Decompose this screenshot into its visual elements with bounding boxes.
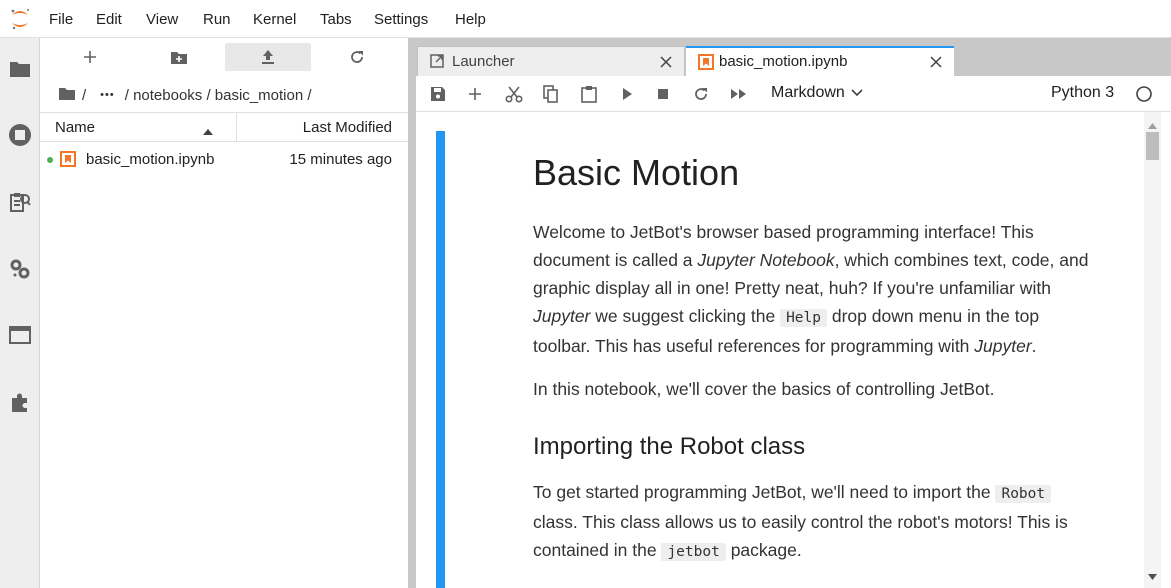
tab-launcher[interactable]: Launcher — [417, 46, 685, 76]
scroll-down-arrow-icon[interactable] — [1148, 567, 1157, 585]
inline-code-robot: Robot — [995, 485, 1052, 503]
tab-label: Launcher — [452, 53, 515, 70]
insert-cell-icon[interactable] — [464, 83, 486, 105]
cell-type-label: Markdown — [771, 84, 845, 101]
panel-splitter[interactable] — [408, 38, 416, 588]
menu-kernel[interactable]: Kernel — [253, 11, 296, 28]
notebook-heading: Basic Motion — [533, 152, 740, 193]
intro-paragraph: Welcome to JetBot's browser based progra… — [533, 222, 1089, 356]
notebook-file-icon — [60, 151, 76, 171]
column-last-modified[interactable]: Last Modified — [303, 119, 392, 136]
upload-button[interactable] — [225, 43, 311, 71]
notebook-icon — [698, 54, 714, 74]
breadcrumb: / ••• / notebooks / basic_motion / — [58, 84, 312, 106]
property-inspector-icon[interactable] — [8, 257, 32, 281]
notebook-panel: Basic Motion Welcome to JetBot's browser… — [416, 112, 1171, 588]
tab-label: basic_motion.ipynb — [719, 53, 848, 70]
file-modified: 15 minutes ago — [289, 151, 392, 168]
refresh-button[interactable] — [314, 43, 400, 71]
section-heading: Importing the Robot class — [533, 433, 806, 460]
paste-icon[interactable] — [578, 83, 600, 105]
tabs-icon[interactable] — [8, 323, 32, 347]
run-icon[interactable] — [616, 83, 638, 105]
menu-edit[interactable]: Edit — [96, 11, 122, 28]
kernel-status-idle-icon — [1135, 85, 1153, 108]
new-folder-icon — [171, 51, 187, 64]
restart-icon[interactable] — [690, 83, 712, 105]
column-name[interactable]: Name — [55, 119, 95, 136]
inline-code-jetbot: jetbot — [661, 543, 726, 561]
column-divider — [236, 113, 237, 141]
chevron-down-icon — [851, 84, 863, 102]
extensions-icon[interactable] — [8, 390, 32, 414]
cell-type-dropdown[interactable]: Markdown — [771, 84, 863, 102]
import-paragraph: To get started programming JetBot, we'll… — [533, 482, 1068, 561]
close-icon[interactable] — [660, 55, 672, 72]
new-launcher-button[interactable] — [47, 43, 133, 71]
stop-icon[interactable] — [652, 83, 674, 105]
scroll-thumb[interactable] — [1146, 132, 1159, 160]
menu-run[interactable]: Run — [203, 11, 231, 28]
menu-help[interactable]: Help — [455, 11, 486, 28]
file-browser-panel: / ••• / notebooks / basic_motion / Name … — [40, 38, 408, 588]
new-folder-button[interactable] — [136, 43, 222, 71]
main-dock-area: Launcher basic_motion.ipynb Markdown Pyt… — [416, 38, 1171, 588]
breadcrumb-path[interactable]: / notebooks / basic_motion / — [125, 87, 312, 104]
running-indicator-dot — [47, 157, 53, 163]
upload-icon — [262, 50, 274, 64]
menu-view[interactable]: View — [146, 11, 178, 28]
copy-icon[interactable] — [540, 83, 562, 105]
commands-icon[interactable] — [8, 190, 32, 214]
kernel-name[interactable]: Python 3 — [1051, 84, 1114, 102]
menu-tabs[interactable]: Tabs — [320, 11, 352, 28]
jupyter-logo-icon[interactable] — [8, 7, 32, 31]
breadcrumb-ellipsis[interactable]: ••• — [100, 89, 115, 101]
save-icon[interactable] — [427, 83, 449, 105]
new-launcher-icon — [84, 51, 96, 63]
notebook-scrollbar[interactable] — [1144, 112, 1161, 588]
refresh-icon — [351, 51, 363, 63]
file-row[interactable]: basic_motion.ipynb 15 minutes ago — [40, 146, 408, 174]
home-folder-icon[interactable] — [58, 86, 76, 105]
active-cell-indicator[interactable] — [436, 131, 445, 588]
left-sidebar — [0, 38, 40, 588]
close-icon[interactable] — [930, 55, 942, 72]
notebook-toolbar: Markdown Python 3 — [416, 76, 1171, 112]
tab-bar: Launcher basic_motion.ipynb — [416, 44, 1171, 76]
sort-ascending-icon[interactable] — [202, 123, 214, 140]
file-name[interactable]: basic_motion.ipynb — [86, 151, 214, 168]
folder-icon[interactable] — [8, 57, 32, 81]
tab-basic-motion[interactable]: basic_motion.ipynb — [686, 46, 954, 76]
inline-code-help: Help — [780, 309, 827, 327]
menu-settings[interactable]: Settings — [374, 11, 428, 28]
overview-paragraph: In this notebook, we'll cover the basics… — [533, 379, 995, 399]
file-list-header: Name Last Modified — [40, 112, 408, 142]
breadcrumb-root[interactable]: / — [82, 87, 86, 104]
launcher-icon — [430, 54, 444, 72]
fast-forward-icon[interactable] — [728, 83, 750, 105]
running-icon[interactable] — [8, 123, 32, 147]
menu-file[interactable]: File — [49, 11, 73, 28]
cut-icon[interactable] — [503, 83, 525, 105]
menu-bar: File Edit View Run Kernel Tabs Settings … — [0, 0, 1171, 38]
